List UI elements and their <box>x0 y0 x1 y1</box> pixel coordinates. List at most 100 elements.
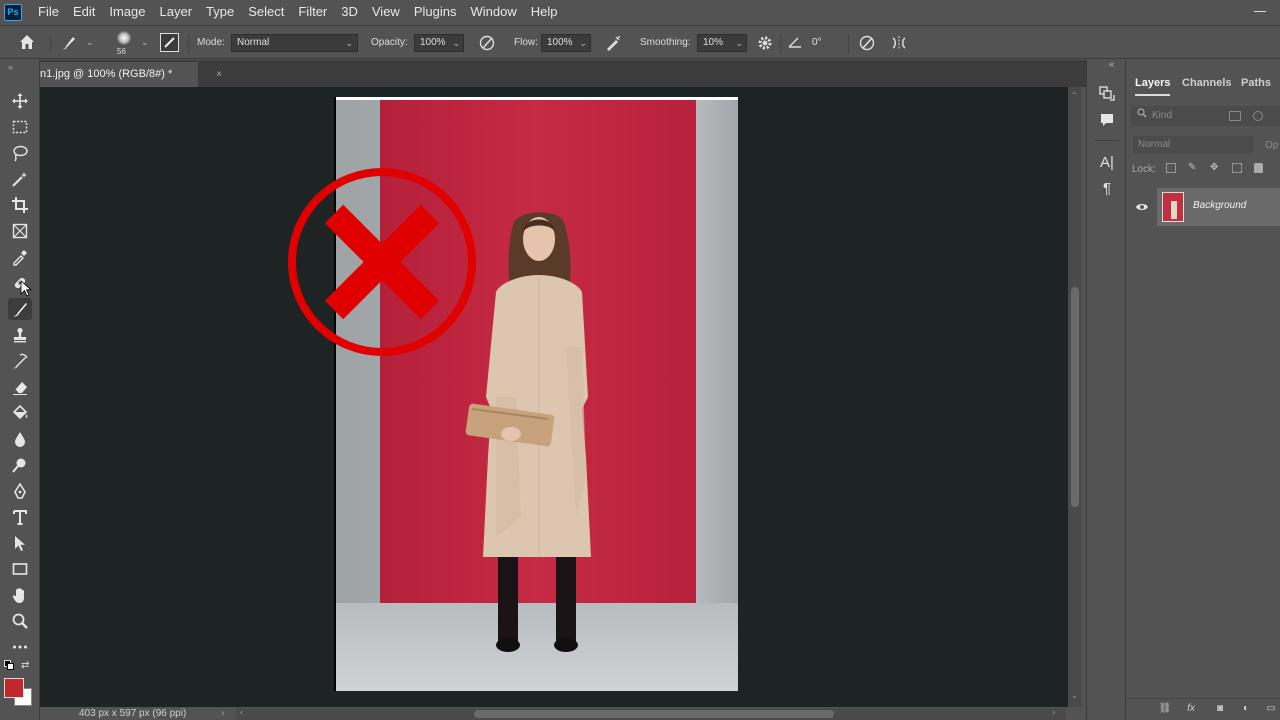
image-filter-icon[interactable] <box>1229 111 1241 121</box>
flow-input[interactable]: 100% ⌄ <box>541 34 591 52</box>
comments-panel-icon[interactable] <box>1097 110 1117 130</box>
layer-filter[interactable]: Kind <box>1131 106 1280 126</box>
zoom-icon[interactable] <box>8 610 32 632</box>
opacity-input[interactable]: 100% ⌄ <box>414 34 464 52</box>
pressure-opacity-icon[interactable] <box>478 34 496 55</box>
lock-position-icon[interactable]: ✥ <box>1210 162 1218 173</box>
blend-mode-select[interactable]: Normal <box>1133 136 1253 154</box>
healing-brush-icon[interactable] <box>8 272 33 297</box>
angle-input[interactable]: 0° <box>806 34 842 52</box>
lasso-icon[interactable] <box>8 142 32 164</box>
brush-icon[interactable] <box>8 298 32 320</box>
layer-row[interactable]: Background <box>1157 188 1280 226</box>
gear-icon[interactable] <box>756 34 774 55</box>
eyedropper-icon[interactable] <box>8 246 32 268</box>
history-panel-icon[interactable] <box>1097 84 1117 104</box>
collapse-toolbar-icon[interactable]: » <box>8 62 13 72</box>
scrollbar-thumb[interactable] <box>1071 287 1079 507</box>
eraser-icon[interactable] <box>8 376 32 398</box>
mode-value: Normal <box>237 37 270 48</box>
mode-select[interactable]: Normal ⌄ <box>231 34 358 52</box>
brush-size-picker[interactable]: 56 <box>113 29 135 57</box>
scroll-right-icon[interactable]: › <box>1052 707 1055 717</box>
menu-window[interactable]: Window <box>463 0 523 24</box>
menu-plugins[interactable]: Plugins <box>407 0 464 24</box>
chevron-down-icon[interactable]: ⌄ <box>86 37 94 48</box>
tab-channels[interactable]: Channels <box>1182 72 1232 94</box>
menu-edit[interactable]: Edit <box>66 0 102 24</box>
symmetry-icon[interactable] <box>890 34 908 55</box>
dodge-icon[interactable] <box>8 454 32 476</box>
pen-icon[interactable] <box>8 480 32 502</box>
crop-icon[interactable] <box>8 194 32 216</box>
lock-brush-icon[interactable]: ✎ <box>1188 162 1196 173</box>
frame-icon[interactable] <box>8 220 32 242</box>
scroll-up-icon[interactable]: ⌃ <box>1071 91 1078 100</box>
link-layers-icon[interactable]: ⛓ <box>1158 703 1172 717</box>
soft-brush-icon <box>117 31 131 45</box>
paragraph-panel-icon[interactable]: ¶ <box>1097 178 1117 198</box>
rectangle-icon[interactable] <box>8 558 32 580</box>
menu-filter[interactable]: Filter <box>291 0 334 24</box>
path-selection-icon[interactable] <box>8 532 32 554</box>
blur-icon[interactable] <box>8 428 32 450</box>
chevron-down-icon: ⌄ <box>579 38 587 48</box>
brush-tool-preset-icon[interactable] <box>60 34 78 55</box>
move-icon[interactable] <box>8 90 32 112</box>
lock-artboard-icon[interactable] <box>1232 163 1242 173</box>
canvas-area[interactable] <box>40 87 1068 707</box>
horizontal-scrollbar[interactable]: ‹ › <box>236 707 1066 720</box>
vertical-scrollbar[interactable]: ⌃ ⌄ <box>1068 87 1082 707</box>
adjustment-filter-icon[interactable] <box>1253 111 1263 121</box>
lock-row: Lock: ✎ ✥ <box>1132 162 1263 175</box>
add-mask-icon[interactable]: ◙ <box>1213 703 1227 717</box>
minimize-button[interactable] <box>1254 11 1266 12</box>
document-tab[interactable]: n1.jpg @ 100% (RGB/8#) * × <box>40 62 222 87</box>
scrollbar-thumb[interactable] <box>474 710 834 718</box>
tab-layers[interactable]: Layers <box>1135 72 1171 96</box>
menu-view[interactable]: View <box>365 0 407 24</box>
smoothing-input[interactable]: 10% ⌄ <box>697 34 747 52</box>
photoshop-window: Ps File Edit Image Layer Type Select Fil… <box>0 0 1280 720</box>
menu-type[interactable]: Type <box>199 0 241 24</box>
menu-3d[interactable]: 3D <box>334 0 365 24</box>
eye-icon[interactable] <box>1135 202 1149 212</box>
clone-stamp-icon[interactable] <box>8 324 32 346</box>
foreground-color-swatch[interactable] <box>4 678 24 698</box>
history-brush-icon[interactable] <box>8 350 32 372</box>
paint-bucket-icon[interactable] <box>8 402 32 424</box>
brush-settings-panel-icon[interactable] <box>160 33 179 52</box>
menu-help[interactable]: Help <box>524 0 565 24</box>
more-tools-icon[interactable] <box>8 636 32 658</box>
smoothing-label: Smoothing: <box>640 37 691 48</box>
menu-layer[interactable]: Layer <box>153 0 200 24</box>
pressure-size-icon[interactable] <box>858 34 876 55</box>
adjustment-layer-icon[interactable]: ◐ <box>1239 703 1253 717</box>
menu-file[interactable]: File <box>31 0 66 24</box>
hand-icon[interactable] <box>8 584 32 606</box>
menu-image[interactable]: Image <box>102 0 152 24</box>
collapse-panels-icon[interactable]: « <box>1109 59 1114 69</box>
lock-all-icon[interactable] <box>1254 163 1263 173</box>
brush-size-value: 56 <box>117 47 126 56</box>
airbrush-icon[interactable] <box>604 34 622 55</box>
new-group-icon[interactable]: ▭ <box>1264 703 1278 717</box>
status-arrow-icon[interactable]: › <box>221 707 224 720</box>
magic-wand-icon[interactable] <box>8 168 32 190</box>
marquee-icon[interactable] <box>8 116 32 138</box>
menu-select[interactable]: Select <box>241 0 291 24</box>
type-icon[interactable] <box>8 506 32 528</box>
fx-icon[interactable]: fx <box>1184 703 1198 717</box>
tab-paths[interactable]: Paths <box>1241 72 1271 94</box>
layers-panel: Layers Channels Paths Kind Normal Op Loc… <box>1127 60 1280 720</box>
close-icon[interactable]: × <box>216 62 222 87</box>
scroll-left-icon[interactable]: ‹ <box>240 707 243 717</box>
default-colors-icon[interactable] <box>4 660 14 670</box>
scroll-down-icon[interactable]: ⌄ <box>1071 691 1078 700</box>
home-icon[interactable] <box>18 33 36 54</box>
photoshop-logo: Ps <box>4 3 22 21</box>
chevron-down-icon[interactable]: ⌄ <box>141 37 149 48</box>
swap-colors-icon[interactable]: ⇄ <box>21 660 29 671</box>
character-panel-icon[interactable]: A| <box>1097 152 1117 172</box>
lock-transparency-icon[interactable] <box>1166 163 1176 173</box>
